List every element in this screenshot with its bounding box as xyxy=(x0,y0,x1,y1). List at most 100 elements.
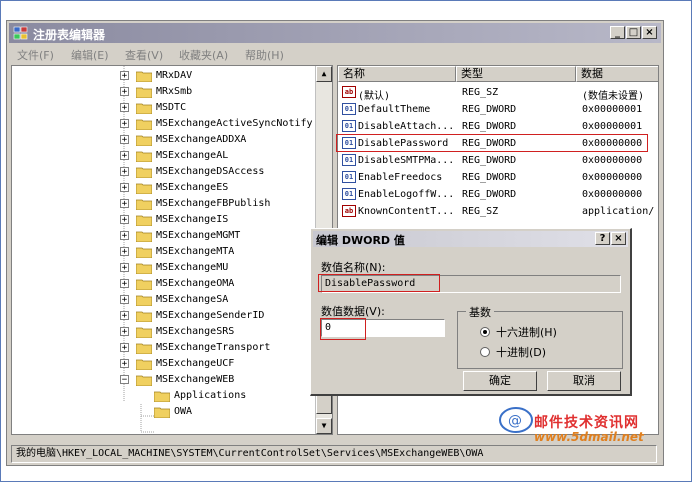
expand-toggle-icon[interactable]: − xyxy=(120,375,129,385)
watermark-site-name: 邮件技术资讯网 xyxy=(534,415,639,431)
value-type: REG_DWORD xyxy=(462,155,517,166)
close-button[interactable]: × xyxy=(642,26,657,39)
menu-bar: 文件(F) 编辑(E) 查看(V) 收藏夹(A) 帮助(H) xyxy=(9,45,661,63)
value-row[interactable]: 01 DisableAttach... REG_DWORD 0x00000001 xyxy=(338,118,658,135)
maximize-button[interactable]: □ xyxy=(626,26,641,39)
value-type: REG_SZ xyxy=(462,87,499,98)
folder-icon xyxy=(136,215,152,226)
tree-node-label: MSExchangeSA xyxy=(156,294,229,305)
folder-icon xyxy=(136,311,152,322)
expand-toggle-icon[interactable]: + xyxy=(120,119,129,129)
folder-icon xyxy=(136,199,152,210)
tree-node-label: MSExchangeTransport xyxy=(156,342,271,353)
folder-icon xyxy=(136,119,152,130)
folder-icon xyxy=(154,391,170,402)
expand-toggle-icon[interactable]: + xyxy=(120,247,129,257)
decimal-radio[interactable] xyxy=(480,347,490,357)
binary-value-icon: 01 xyxy=(342,171,356,183)
tree-node-label: MSExchangeSenderID xyxy=(156,310,265,321)
string-value-icon: ab xyxy=(342,205,356,217)
title-bar[interactable]: 注册表编辑器 _ □ × xyxy=(9,23,661,43)
tree-node-label: MSExchangeES xyxy=(156,182,229,193)
string-value-icon: ab xyxy=(342,86,356,98)
watermark-logo-icon: @ xyxy=(499,407,533,433)
expand-toggle-icon[interactable]: + xyxy=(120,279,129,289)
expand-toggle-icon[interactable]: + xyxy=(120,359,129,369)
tree-node-label: MSDTC xyxy=(156,102,187,113)
expand-toggle-icon[interactable]: + xyxy=(120,343,129,353)
watermark-url: www.5dmail.net xyxy=(534,430,644,444)
tree-node-label: MSExchangeDSAccess xyxy=(156,166,265,177)
value-name: (默认) xyxy=(358,91,391,102)
value-row[interactable]: ab (默认) REG_SZ (数值未设置) xyxy=(338,84,658,102)
menu-favorites[interactable]: 收藏夹(A) xyxy=(179,47,228,63)
column-header-type[interactable]: 类型 xyxy=(456,66,576,82)
decimal-radio-label[interactable]: 十进制(D) xyxy=(496,344,546,360)
edit-dword-dialog: 编辑 DWORD 值 ? × 数值名称(N): DisablePassword … xyxy=(310,228,632,396)
value-row[interactable]: 01 DisableSMTPMa... REG_DWORD 0x00000000 xyxy=(338,152,658,169)
value-data: 0x00000000 xyxy=(582,155,643,166)
cancel-button[interactable]: 取消 xyxy=(547,371,621,391)
value-type: REG_DWORD xyxy=(462,189,517,200)
menu-help[interactable]: 帮助(H) xyxy=(245,47,284,63)
expand-toggle-icon[interactable]: + xyxy=(120,103,129,113)
base-group-label: 基数 xyxy=(466,304,494,320)
expand-toggle-icon[interactable]: + xyxy=(120,135,129,145)
expand-toggle-icon[interactable]: + xyxy=(120,231,129,241)
registry-tree-pane[interactable]: ▲ ▼ + MRxDAV + MRxSmb + MSDTC + MSExchangeActiv… xyxy=(11,65,333,435)
folder-icon xyxy=(136,279,152,290)
value-name: EnableLogoffW... xyxy=(358,189,455,200)
value-row[interactable]: 01 EnableLogoffW... REG_DWORD 0x00000000 xyxy=(338,186,658,203)
value-name: DisableSMTPMa... xyxy=(358,155,455,166)
expand-toggle-icon[interactable]: + xyxy=(120,183,129,193)
expand-toggle-icon[interactable]: + xyxy=(120,215,129,225)
open-folder-icon xyxy=(154,407,170,418)
value-name-label: 数值名称(N): xyxy=(321,261,386,274)
dialog-help-button[interactable]: ? xyxy=(595,232,610,245)
column-header-name[interactable]: 名称 xyxy=(338,66,456,82)
hex-radio[interactable] xyxy=(480,327,490,337)
tree-node-label: MSExchangeSRS xyxy=(156,326,235,337)
value-row[interactable]: 01 DefaultTheme REG_DWORD 0x00000001 xyxy=(338,101,658,118)
value-type: REG_DWORD xyxy=(462,172,517,183)
menu-edit[interactable]: 编辑(E) xyxy=(71,47,109,63)
value-type: REG_DWORD xyxy=(462,121,517,132)
scroll-up-arrow-icon[interactable]: ▲ xyxy=(316,66,332,82)
hex-radio-label[interactable]: 十六进制(H) xyxy=(496,324,557,340)
expand-toggle-icon[interactable]: + xyxy=(120,71,129,81)
tree-node-label: OWA xyxy=(174,406,193,417)
tree-node-label: MSExchangeADDXA xyxy=(156,134,247,145)
expand-toggle-icon[interactable]: + xyxy=(120,327,129,337)
expand-toggle-icon[interactable]: + xyxy=(120,167,129,177)
value-name: EnableFreedocs xyxy=(358,172,443,183)
tree-node-label: MSExchangeOMA xyxy=(156,278,235,289)
folder-icon xyxy=(136,135,152,146)
status-bar: 我的电脑\HKEY_LOCAL_MACHINE\SYSTEM\CurrentCo… xyxy=(11,445,657,463)
expand-toggle-icon[interactable]: + xyxy=(120,199,129,209)
folder-icon xyxy=(136,263,152,274)
column-header-data[interactable]: 数据 xyxy=(576,66,658,82)
dialog-close-button[interactable]: × xyxy=(611,232,626,245)
tree-node-label: MSExchangeFBPublish xyxy=(156,198,271,209)
dialog-title: 编辑 DWORD 值 xyxy=(316,234,405,247)
value-row[interactable]: ab KnownContentT... REG_SZ application/ xyxy=(338,203,658,220)
expand-toggle-icon[interactable]: + xyxy=(120,311,129,321)
ok-button[interactable]: 确定 xyxy=(463,371,537,391)
expand-toggle-icon[interactable]: + xyxy=(120,295,129,305)
value-data: 0x00000001 xyxy=(582,104,643,115)
expand-toggle-icon[interactable]: + xyxy=(120,151,129,161)
dialog-title-bar[interactable]: 编辑 DWORD 值 ? × xyxy=(313,231,628,247)
value-row[interactable]: 01 EnableFreedocs REG_DWORD 0x00000000 xyxy=(338,169,658,186)
minimize-button[interactable]: _ xyxy=(610,26,625,39)
value-data-label: 数值数据(V): xyxy=(321,305,385,318)
scroll-down-arrow-icon[interactable]: ▼ xyxy=(316,418,332,434)
value-type: REG_DWORD xyxy=(462,104,517,115)
expand-toggle-icon[interactable]: + xyxy=(120,87,129,97)
value-data: 0x00000000 xyxy=(582,172,643,183)
value-name: KnownContentT... xyxy=(358,206,455,217)
menu-view[interactable]: 查看(V) xyxy=(125,47,163,63)
folder-icon xyxy=(136,247,152,258)
menu-file[interactable]: 文件(F) xyxy=(17,47,54,63)
expand-toggle-icon[interactable]: + xyxy=(120,263,129,273)
binary-value-icon: 01 xyxy=(342,188,356,200)
